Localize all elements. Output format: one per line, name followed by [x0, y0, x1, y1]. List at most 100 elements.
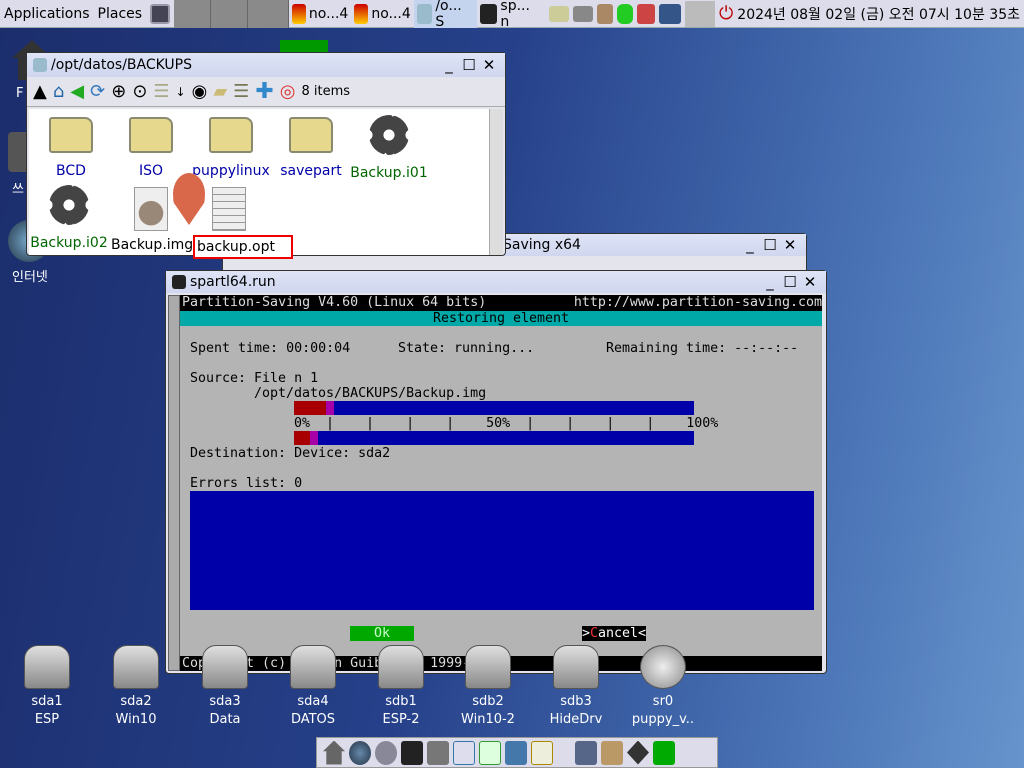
spreadsheet-icon[interactable]: [479, 740, 501, 765]
package-icon[interactable]: [601, 740, 623, 765]
workspace-1[interactable]: [174, 0, 212, 28]
desktop-label: F: [16, 86, 24, 101]
file-item[interactable]: puppylinux: [191, 117, 271, 179]
drive-icon-sda4[interactable]: sda4 DATOS: [273, 645, 353, 729]
update-icon[interactable]: [653, 740, 675, 765]
terminal-scrollbar[interactable]: [168, 295, 180, 671]
workspace-3[interactable]: [248, 0, 289, 28]
refresh-icon[interactable]: ⟳: [90, 81, 105, 102]
close-button[interactable]: ✕: [800, 273, 820, 291]
minimize-button[interactable]: _: [760, 273, 780, 291]
folder-icon: [129, 117, 173, 153]
item-count: 8 items: [301, 84, 351, 99]
drive-icon-sda1[interactable]: sda1 ESP: [7, 645, 87, 729]
drive-icon[interactable]: [549, 5, 570, 22]
cancel-bracket: >: [582, 626, 591, 641]
folder-icon: [49, 117, 93, 153]
browser-icon[interactable]: [349, 740, 371, 765]
show-desktop-button[interactable]: [146, 0, 174, 28]
zoom-in-icon[interactable]: ⊕: [111, 81, 126, 102]
scrollbar[interactable]: [489, 109, 503, 255]
terminal-window[interactable]: spartl64.run _ ☐ ✕ Partition-Saving V4.60 (…: [165, 270, 827, 674]
settings-tools-icon[interactable]: [575, 740, 597, 765]
back-icon[interactable]: ◀: [70, 81, 84, 102]
drive-icon-sda3[interactable]: sda3 Data: [185, 645, 265, 729]
task-label: no...4: [308, 5, 349, 22]
top-panel: Applications Places no...4 no...4 /o... …: [0, 0, 1024, 30]
errors-list[interactable]: [190, 491, 814, 610]
close-button[interactable]: ✕: [780, 236, 800, 254]
drive-icon-sda2[interactable]: sda2 Win10: [96, 645, 176, 729]
maximize-button[interactable]: ☐: [780, 273, 800, 291]
puppy-logo-icon[interactable]: [627, 740, 649, 765]
volume-icon[interactable]: [573, 5, 594, 22]
file-item[interactable]: Backup.i01: [349, 115, 429, 181]
new-folder-icon[interactable]: ▰: [213, 81, 227, 102]
writer-icon[interactable]: [453, 740, 475, 765]
drive-device: sdb3: [560, 694, 592, 709]
task-2[interactable]: no...4: [351, 0, 413, 28]
sort-icon[interactable]: ↓: [176, 85, 186, 99]
file-list: BCD ISO puppylinux savepart Backup.i01 B…: [29, 109, 489, 259]
terminal-icon: [172, 275, 186, 289]
file-manager-window[interactable]: /opt/datos/BACKUPS _ ☐ ✕ ▲ ⌂ ◀ ⟳ ⊕ ⊙ ☰ ↓ ◉ …: [26, 52, 506, 259]
power-icon[interactable]: ⏻: [719, 3, 733, 24]
launcher-tray: [316, 737, 718, 768]
file-item[interactable]: savepart: [271, 117, 351, 179]
chat-icon[interactable]: [375, 740, 397, 765]
firewall-icon[interactable]: [637, 3, 656, 24]
help-icon[interactable]: ◎: [280, 81, 296, 102]
file-item[interactable]: Backup.i02: [29, 185, 109, 251]
details-icon[interactable]: ☰: [233, 81, 249, 102]
drive-label: ESP-2: [382, 712, 420, 727]
cancel-button[interactable]: >Cancel<: [582, 626, 646, 641]
drive-icon-sdb1[interactable]: sdb1 ESP-2: [361, 645, 441, 729]
up-icon[interactable]: ▲: [33, 81, 47, 102]
destination: Destination: Device: sda2: [190, 446, 391, 461]
ok-button[interactable]: Ok: [350, 626, 414, 641]
drive-icon-sr0[interactable]: sr0 puppy_v..: [623, 645, 703, 729]
state: State: running...: [398, 341, 535, 356]
terminal-icon[interactable]: [401, 740, 423, 765]
battery-icon[interactable]: [617, 3, 634, 24]
drive-icon-sdb3[interactable]: sdb3 HideDrv: [536, 645, 616, 729]
source-path: /opt/datos/BACKUPS/Backup.img: [254, 386, 487, 401]
network-icon[interactable]: [659, 3, 682, 24]
computer-icon[interactable]: [427, 740, 449, 765]
file-item-selected[interactable]: backup.opt: [189, 187, 293, 259]
minimize-button[interactable]: _: [740, 236, 760, 254]
workspace-2[interactable]: [211, 0, 249, 28]
maximize-button[interactable]: ☐: [760, 236, 780, 254]
app-version: Partition-Saving V4.60 (Linux 64 bits): [182, 295, 487, 310]
applications-menu[interactable]: Applications: [0, 0, 94, 28]
drive-label: Data: [209, 712, 241, 727]
home-icon[interactable]: ⌂: [53, 81, 64, 102]
drive-label: ESP: [34, 712, 60, 727]
hard-drive-icon: [553, 645, 599, 689]
list-view-icon[interactable]: ☰: [153, 81, 169, 102]
errors-label: Errors list: 0: [190, 476, 303, 491]
home-icon[interactable]: [323, 740, 345, 765]
maximize-button[interactable]: ☐: [459, 56, 479, 74]
add-icon[interactable]: ✚: [255, 79, 273, 104]
drive-label: Win10: [115, 712, 157, 727]
clipboard-icon[interactable]: [597, 3, 614, 24]
task-3[interactable]: /o... S: [413, 0, 477, 30]
drive-device: sda1: [31, 694, 63, 709]
minimize-button[interactable]: _: [439, 56, 459, 74]
eye-icon[interactable]: ◉: [192, 81, 208, 102]
places-menu[interactable]: Places: [94, 0, 147, 28]
hard-drive-icon: [640, 645, 686, 689]
window-title: Saving x64: [503, 237, 581, 253]
file-name: BCD: [56, 163, 86, 179]
file-item[interactable]: BCD: [31, 117, 111, 179]
file-item[interactable]: ISO: [111, 117, 191, 179]
task-4[interactable]: sp... n: [477, 0, 545, 30]
close-button[interactable]: ✕: [479, 56, 499, 74]
zoom-fit-icon[interactable]: ⊙: [132, 81, 147, 102]
clock[interactable]: 2024년 08월 02일 (금) 오전 07시 10분 35초: [737, 4, 1020, 24]
drive-icon-sdb2[interactable]: sdb2 Win10-2: [448, 645, 528, 729]
task-1[interactable]: no...4: [289, 0, 351, 28]
editor-icon[interactable]: [531, 740, 553, 765]
paint-icon[interactable]: [505, 740, 527, 765]
